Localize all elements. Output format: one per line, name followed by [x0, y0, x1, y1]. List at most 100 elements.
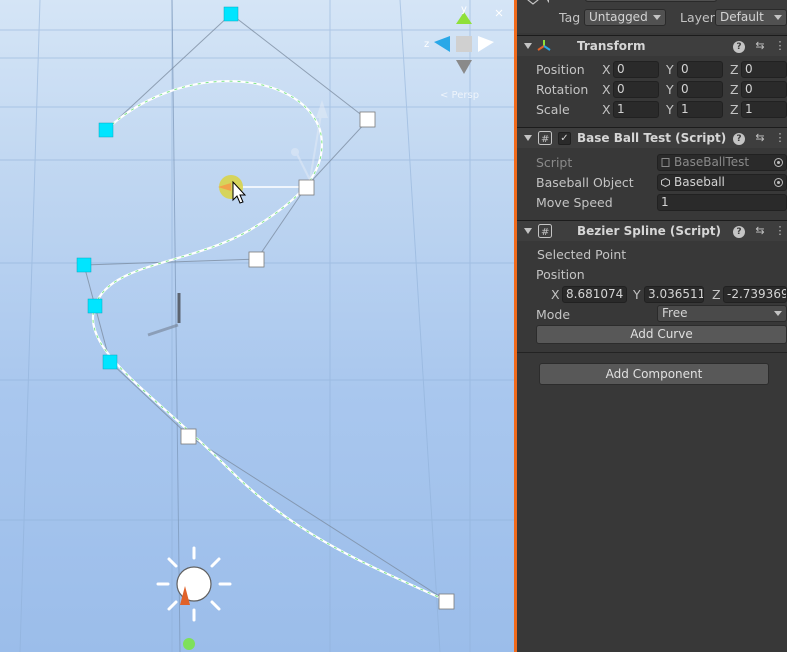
y-axis-label: Y	[666, 102, 674, 117]
gameobject-header: Tag Untagged Layer Default	[517, 0, 787, 33]
baseball-test-header[interactable]: # ✓ Base Ball Test (Script) ? ⇆ ⋮	[517, 127, 787, 148]
svg-text:#: #	[541, 227, 549, 238]
baseball-object-field[interactable]: Baseball	[657, 174, 787, 191]
z-axis-label: Z	[730, 102, 739, 117]
rotation-z-field[interactable]: 0	[741, 81, 787, 98]
help-icon[interactable]: ?	[733, 41, 745, 53]
foldout-arrow-icon[interactable]	[524, 228, 532, 234]
position-x-field[interactable]: 0	[613, 61, 659, 78]
point-y-field[interactable]: 3.036511	[644, 286, 704, 303]
position-z-field[interactable]: 0	[741, 61, 787, 78]
y-axis-label: Y	[666, 82, 674, 97]
tag-label: Tag	[559, 10, 581, 25]
scale-z-field[interactable]: 1	[741, 101, 787, 118]
foldout-arrow-icon[interactable]	[524, 135, 532, 141]
scene-view[interactable]: y z < Persp	[0, 0, 514, 652]
view-mode-label[interactable]: < Persp	[440, 90, 479, 101]
move-speed-label: Move Speed	[536, 195, 613, 210]
handle-point[interactable]	[248, 251, 265, 268]
layer-label: Layer	[680, 10, 715, 25]
enabled-checkbox[interactable]: ✓	[558, 132, 571, 145]
chevron-down-icon	[653, 15, 661, 20]
spline-curve[interactable]	[92, 80, 448, 602]
scale-y-field[interactable]: 1	[677, 101, 723, 118]
transform-header[interactable]: Transform ? ⇆ ⋮	[517, 35, 787, 56]
rotation-y-field[interactable]: 0	[677, 81, 723, 98]
context-menu-icon[interactable]: ⋮	[773, 131, 787, 145]
rotation-x-field[interactable]: 0	[613, 81, 659, 98]
context-menu-icon[interactable]: ⋮	[773, 224, 787, 238]
x-axis-label: X	[602, 82, 611, 97]
script-field: BaseBallTest	[657, 154, 787, 171]
gameobject-cube-icon	[527, 0, 549, 5]
position-y-field[interactable]: 0	[677, 61, 723, 78]
selected-point-label: Selected Point	[537, 247, 627, 262]
gizmo-y-label: y	[461, 4, 467, 15]
divider	[517, 352, 787, 353]
directional-light-icon[interactable]	[156, 546, 232, 650]
scale-label: Scale	[536, 102, 570, 117]
layer-dropdown[interactable]: Default	[715, 9, 787, 26]
help-icon[interactable]: ?	[733, 226, 745, 238]
object-picker-icon[interactable]	[774, 178, 783, 187]
y-axis-label: Y	[633, 287, 641, 302]
position-label: Position	[536, 267, 585, 282]
handle-point[interactable]	[298, 179, 315, 196]
point-z-field[interactable]: -2.739369	[723, 286, 787, 303]
script-icon: #	[538, 224, 552, 238]
y-axis-label: Y	[666, 62, 674, 77]
rotation-label: Rotation	[536, 82, 589, 97]
help-icon[interactable]: ?	[733, 133, 745, 145]
tag-value: Untagged	[589, 10, 648, 24]
tag-dropdown[interactable]: Untagged	[584, 9, 666, 26]
z-axis-label: Z	[730, 62, 739, 77]
preset-icon[interactable]: ⇆	[753, 131, 767, 145]
svg-text:#: #	[541, 134, 549, 145]
chevron-down-icon	[774, 15, 782, 20]
handle-point[interactable]	[359, 111, 376, 128]
bezier-spline-header[interactable]: # Bezier Spline (Script) ? ⇆ ⋮	[517, 220, 787, 241]
name-field[interactable]	[585, 0, 717, 2]
mode-dropdown[interactable]: Free	[657, 305, 787, 322]
x-axis-label: X	[602, 62, 611, 77]
inspector-panel: Tag Untagged Layer Default Transform ? ⇆…	[517, 0, 787, 652]
baseball-object-value: Baseball	[674, 175, 725, 189]
control-point[interactable]	[87, 298, 103, 314]
gameobject-cube-icon	[661, 178, 670, 187]
gizmo-z-label: z	[424, 39, 429, 50]
transform-icon	[537, 40, 551, 51]
control-point[interactable]	[76, 257, 92, 273]
layer-value: Default	[720, 10, 764, 24]
scale-x-field[interactable]: 1	[613, 101, 659, 118]
orientation-gizmo[interactable]: y z	[424, 4, 503, 74]
component-title: Transform	[577, 39, 646, 53]
x-axis-label: X	[602, 102, 611, 117]
move-speed-field[interactable]: 1	[657, 194, 787, 211]
mode-value: Free	[662, 306, 688, 320]
control-points[interactable]	[76, 6, 239, 370]
foldout-arrow-icon[interactable]	[524, 43, 532, 49]
script-label: Script	[536, 155, 573, 170]
control-point[interactable]	[223, 6, 239, 22]
add-component-button[interactable]: Add Component	[539, 363, 769, 385]
script-value: BaseBallTest	[674, 155, 750, 169]
scene-canvas[interactable]: y z	[0, 0, 514, 652]
add-curve-button[interactable]: Add Curve	[536, 325, 787, 344]
baseball-object-label: Baseball Object	[536, 175, 634, 190]
component-title: Base Ball Test (Script)	[577, 131, 727, 145]
script-icon: #	[538, 131, 552, 145]
control-point[interactable]	[102, 354, 118, 370]
preset-icon[interactable]: ⇆	[753, 39, 767, 53]
position-label: Position	[536, 62, 585, 77]
handle-point[interactable]	[438, 593, 455, 610]
point-x-field[interactable]: 8.681074	[562, 286, 627, 303]
handle-point[interactable]	[180, 428, 197, 445]
control-point[interactable]	[98, 122, 114, 138]
context-menu-icon[interactable]: ⋮	[773, 39, 787, 53]
ground-grid	[0, 0, 514, 652]
x-axis-label: X	[551, 287, 560, 302]
script-file-icon	[661, 158, 670, 167]
component-title: Bezier Spline (Script)	[577, 224, 722, 238]
preset-icon[interactable]: ⇆	[753, 224, 767, 238]
chevron-down-icon	[774, 311, 782, 316]
